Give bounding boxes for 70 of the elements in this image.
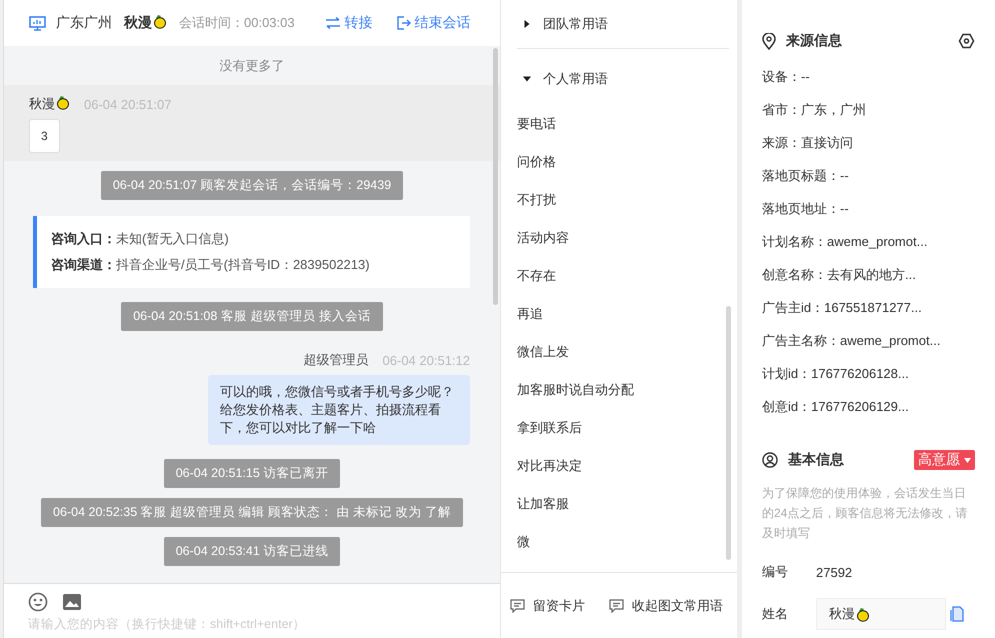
phrase-group-header[interactable]: 团队常用语 (517, 0, 729, 48)
source-detail: 设备：-- (762, 68, 811, 86)
user-circle-icon (762, 452, 778, 468)
location-pin-icon (762, 32, 776, 50)
caret-right-icon (523, 20, 531, 28)
settings-icon[interactable] (958, 33, 975, 49)
source-detail: 省市：广东，广州 (762, 101, 867, 119)
end-session-link[interactable]: 结束会话 (396, 14, 471, 32)
phrase-item[interactable]: 不打扰 (517, 181, 729, 219)
phrase-item[interactable]: 微 (517, 523, 729, 561)
sender-name: 超级管理员 (304, 351, 369, 369)
phrase-item[interactable]: 活动内容 (517, 219, 729, 257)
message-icon (510, 598, 525, 612)
source-detail: 创意名称：去有风的地方... (762, 266, 917, 284)
footer-link[interactable]: 留资卡片 (510, 596, 585, 614)
exit-icon (396, 16, 411, 30)
source-detail: 计划id：176776206128... (762, 365, 910, 383)
section-title: 基本信息 (788, 451, 844, 469)
message-time: 06-04 20:51:12 (382, 352, 470, 368)
field-label: 编号 (762, 563, 789, 581)
swap-arrows-icon (324, 17, 341, 29)
source-detail: 广告主名称：aweme_promot... (762, 332, 942, 350)
message-bubble: 可以的哦，您微信号或者手机号多少呢？给您发价格表、主题客片、拍摄流程看下，您可以对比了解一下哈 (208, 375, 470, 445)
footer-link[interactable]: 收起图文常用语 (609, 596, 723, 614)
phrase-item[interactable]: 不存在 (517, 257, 729, 295)
monitor-icon (29, 16, 46, 30)
transfer-link[interactable]: 转接 (324, 14, 373, 32)
smiley-icon[interactable] (28, 592, 48, 612)
phrase-item[interactable]: 微信上发 (517, 333, 729, 371)
phrase-item[interactable]: 问价格 (517, 143, 729, 181)
notice-text: 为了保障您的使用体验，会话发生当日的24点之后，顾客信息将无法修改，请及时填写 (762, 485, 968, 542)
lemon-icon (55, 95, 70, 110)
message-bubble: 3 (29, 119, 60, 153)
phrase-item[interactable]: 再追 (517, 295, 729, 333)
session-duration: 会话时间：00:03:03 (179, 14, 295, 32)
source-detail: 落地页标题：-- (762, 167, 850, 185)
phrase-item[interactable]: 让加客服 (517, 485, 729, 523)
source-detail: 创意id：176776206129... (762, 398, 910, 416)
no-more-notice: 没有更多了 (218, 56, 286, 74)
lemon-icon (152, 14, 167, 29)
intent-tag[interactable]: 高意愿 (914, 450, 975, 470)
source-detail: 落地页地址：-- (762, 200, 850, 218)
source-detail: 来源：直接访问 (762, 134, 854, 152)
system-event: 06-04 20:52:35 客服 超级管理员 编辑 顾客状态： 由 未标记 改为 了解 (41, 498, 463, 527)
system-event: 06-04 20:51:08 客服 超级管理员 接入会话 (121, 302, 383, 331)
sender-name: 秋漫 (29, 95, 70, 113)
info-line: 咨询渠道：抖音企业号/员工号(抖音号ID：2839502213) (51, 256, 371, 274)
source-detail: 广告主id：167551871277... (762, 299, 923, 317)
visitor-name: 秋漫 (124, 14, 167, 32)
system-event: 06-04 20:51:07 顾客发起会话，会话编号：29439 (100, 171, 404, 200)
field-label: 姓名 (762, 605, 789, 623)
phrase-item[interactable]: 拿到联系后 (517, 409, 729, 447)
caret-down-icon (964, 458, 971, 462)
field-value: 27592 (816, 564, 852, 580)
image-icon[interactable] (62, 593, 82, 611)
section-title: 来源信息 (786, 32, 842, 50)
visitor-location: 广东广州 (56, 14, 112, 32)
system-event: 06-04 20:51:15 访客已离开 (164, 459, 340, 488)
copy-icon[interactable] (950, 606, 964, 622)
lemon-icon (855, 606, 870, 622)
phrase-group-header[interactable]: 个人常用语 (517, 55, 729, 103)
source-detail: 计划名称：aweme_promot... (762, 233, 928, 251)
phrase-item[interactable]: 对比再决定 (517, 447, 729, 485)
message-icon (609, 598, 624, 612)
info-line: 咨询入口：未知(暂无入口信息) (51, 230, 230, 248)
caret-down-icon (523, 75, 531, 83)
system-event: 06-04 20:53:41 访客已进线 (164, 537, 340, 566)
phrase-item[interactable]: 要电话 (517, 105, 729, 143)
name-field[interactable]: 秋漫 (816, 598, 946, 630)
phrase-item[interactable]: 加客服时说自动分配 (517, 371, 729, 409)
